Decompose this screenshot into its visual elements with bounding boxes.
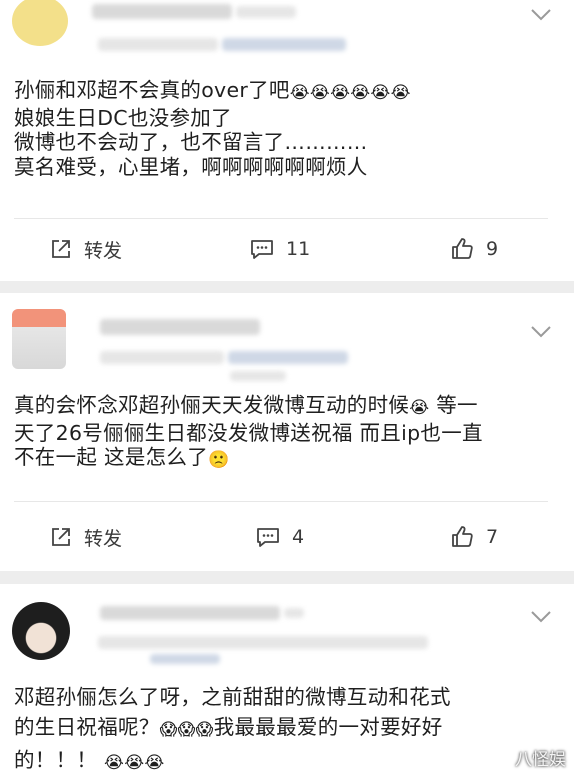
comment-count: 4 <box>292 526 305 548</box>
meta-blurred <box>98 636 428 649</box>
username-blurred-ext <box>236 6 296 18</box>
comment-card-1: 孙俪和邓超不会真的over了吧😭😭😭😭😭😭 娘娘生日DC也没参加了 微博也不会动… <box>0 0 574 281</box>
crying-emoji: 😭 <box>370 83 391 103</box>
comment-text: 孙俪和邓超不会真的over了吧😭😭😭😭😭😭 娘娘生日DC也没参加了 微博也不会动… <box>14 78 411 179</box>
crying-emoji: 😭 <box>390 83 411 103</box>
comment-card-3: 邓超孙俪怎么了呀，之前甜甜的微博互动和花式 的生日祝福呢？😱😱😱我最最最爱的一对… <box>0 584 574 778</box>
more-chevron-icon[interactable] <box>530 8 552 22</box>
comment-bubble-icon <box>257 528 279 547</box>
comment-bubble-icon <box>251 240 273 259</box>
scared-emoji: 😱 <box>159 720 178 740</box>
share-square-icon <box>52 240 70 258</box>
crying-emoji: 😭 <box>144 753 165 773</box>
scared-emoji: 😱 <box>195 720 214 740</box>
crying-emoji: 😭 <box>289 83 310 103</box>
crying-emoji: 😭 <box>309 83 331 103</box>
crying-emoji: 😭 <box>124 753 145 773</box>
avatar[interactable] <box>12 602 70 660</box>
thumb-up-icon <box>452 526 473 547</box>
meta-blurred-2 <box>230 371 286 381</box>
meta-blurred <box>100 351 224 364</box>
comment-button[interactable]: 4 <box>256 517 304 557</box>
crying-emoji: 😭 <box>104 753 125 773</box>
comment-text: 真的会怀念邓超孙俪天天发微博互动的时候😭 等一 天了26号俪俪生日都没发微博送祝… <box>14 393 558 473</box>
repost-label: 转发 <box>84 239 123 262</box>
share-square-icon <box>52 528 70 546</box>
repost-button[interactable]: 转发 <box>50 229 122 269</box>
repost-button[interactable]: 转发 <box>50 517 122 557</box>
more-chevron-icon[interactable] <box>530 610 552 624</box>
comment-card-2: 真的会怀念邓超孙俪天天发微博互动的时候😭 等一 天了26号俪俪生日都没发微博送祝… <box>0 293 574 571</box>
device-blurred <box>228 351 348 364</box>
divider <box>14 501 548 502</box>
divider <box>14 218 548 219</box>
comment-count: 11 <box>286 238 311 260</box>
username-blurred[interactable] <box>100 606 280 620</box>
more-chevron-icon[interactable] <box>530 325 552 339</box>
watermark-logo: 八怪娱 <box>515 750 566 770</box>
like-button[interactable]: 9 <box>450 229 498 269</box>
like-count: 7 <box>486 526 499 548</box>
repost-label: 转发 <box>84 527 123 550</box>
crying-emoji: 😭 <box>330 83 351 103</box>
like-button[interactable]: 7 <box>450 517 498 557</box>
device-blurred <box>150 654 220 664</box>
action-bar: 转发 11 9 <box>0 229 574 269</box>
username-blurred-ext <box>284 608 304 618</box>
device-blurred <box>222 38 346 51</box>
thumb-up-icon <box>452 238 473 259</box>
comment-text: 邓超孙俪怎么了呀，之前甜甜的微博互动和花式 的生日祝福呢？😱😱😱我最最最爱的一对… <box>14 682 558 778</box>
avatar[interactable] <box>12 309 66 369</box>
comment-button[interactable]: 11 <box>250 229 310 269</box>
avatar[interactable] <box>12 0 68 46</box>
crying-emoji: 😭 <box>350 83 371 103</box>
like-count: 9 <box>486 238 499 260</box>
username-blurred[interactable] <box>92 4 232 19</box>
crying-emoji: 😭 <box>409 398 430 418</box>
username-blurred[interactable] <box>100 319 260 335</box>
scared-emoji: 😱 <box>177 720 196 740</box>
sad-emoji: 🙁 <box>208 450 230 470</box>
meta-blurred <box>98 38 218 51</box>
action-bar: 转发 4 7 <box>0 517 574 557</box>
